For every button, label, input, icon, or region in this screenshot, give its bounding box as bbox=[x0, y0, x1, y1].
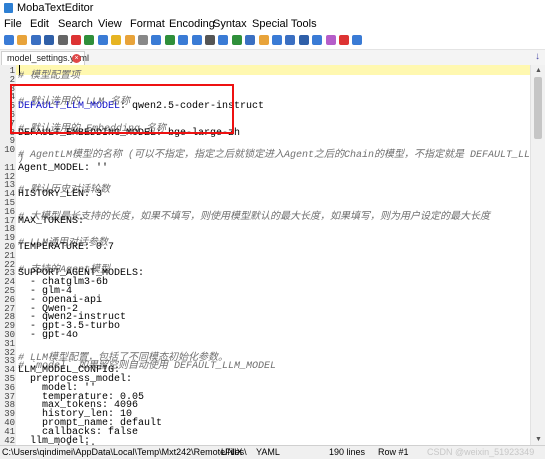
column-icon[interactable] bbox=[298, 35, 309, 45]
settings-icon[interactable] bbox=[339, 35, 349, 45]
save-all-icon[interactable] bbox=[44, 35, 55, 45]
search-icon[interactable] bbox=[178, 35, 189, 45]
menu-view[interactable]: View bbox=[98, 18, 122, 30]
code-line: - gpt-4o bbox=[18, 330, 78, 341]
scroll-down-icon[interactable]: ▼ bbox=[535, 436, 542, 443]
help-icon[interactable] bbox=[312, 35, 323, 45]
code-token: MAX_TOKENS: bbox=[18, 215, 85, 227]
open-folder-icon[interactable] bbox=[17, 35, 28, 45]
code-line: Agent_MODEL: '' bbox=[18, 163, 108, 174]
current-line-highlight bbox=[16, 65, 530, 75]
menu-file[interactable]: File bbox=[4, 18, 22, 30]
status-row: Row #1 bbox=[378, 447, 409, 457]
code-token: Agent_MODEL: '' bbox=[18, 162, 109, 174]
scroll-thumb[interactable] bbox=[534, 77, 542, 139]
apple-icon[interactable] bbox=[272, 35, 282, 45]
code-token: - gpt-4o bbox=[18, 330, 79, 341]
tree-icon[interactable] bbox=[231, 35, 242, 45]
toolbar bbox=[0, 33, 545, 50]
plugin-icon[interactable] bbox=[352, 35, 363, 45]
window-title: MobaTextEditor bbox=[17, 2, 94, 14]
replace-icon[interactable] bbox=[191, 35, 202, 45]
open-icon[interactable] bbox=[245, 35, 256, 45]
menu-syntax[interactable]: Syntax bbox=[213, 18, 247, 30]
status-eol: UNIX bbox=[221, 447, 243, 457]
code-token: # 大模型最长支持的长度，如果不填写，则使用模型默认的最大长度，如果填写，则为用… bbox=[18, 211, 491, 223]
menu-encoding[interactable]: Encoding bbox=[169, 18, 215, 30]
print-icon[interactable] bbox=[57, 35, 68, 45]
code-line: TEMPERATURE: 0.7 bbox=[18, 242, 114, 253]
duplicate-icon[interactable] bbox=[151, 35, 162, 45]
code-line: # AgentLM模型的名称 (可以不指定，指定之后就锁定进入Agent之后的C… bbox=[18, 145, 530, 161]
status-file-path: C:\Users\qindimei\AppData\Local\Temp\Mxt… bbox=[2, 447, 247, 457]
monitor-icon[interactable] bbox=[218, 35, 229, 45]
status-line-count: 190 lines bbox=[329, 447, 366, 457]
close-icon[interactable] bbox=[71, 35, 81, 45]
cut-icon[interactable] bbox=[138, 35, 148, 45]
undo-icon[interactable] bbox=[285, 35, 296, 45]
select-icon[interactable] bbox=[205, 35, 215, 45]
code-line: MAX_TOKENS: bbox=[18, 216, 84, 227]
save-icon[interactable] bbox=[30, 35, 41, 45]
menu-edit[interactable]: Edit bbox=[30, 18, 49, 30]
menu-search[interactable]: Search bbox=[58, 18, 93, 30]
code-token: # AgentLM模型的名称 (可以不指定，指定之后就锁定进入Agent之后的C… bbox=[18, 150, 530, 162]
vertical-scrollbar[interactable]: ▲ ▼ bbox=[530, 65, 545, 445]
tab-bar: model_settings.yaml × ↓ bbox=[0, 50, 545, 66]
status-syntax: YAML bbox=[256, 447, 280, 457]
paste-icon[interactable] bbox=[97, 35, 108, 45]
new-file-icon[interactable] bbox=[4, 35, 14, 45]
status-bar: C:\Users\qindimei\AppData\Local\Temp\Mxt… bbox=[0, 445, 545, 459]
annotation-red-box bbox=[10, 84, 234, 134]
menu-bar: File Edit Search View Format Encoding Sy… bbox=[0, 17, 545, 33]
close-tab-icon[interactable]: × bbox=[72, 54, 81, 63]
tab-list-arrow-icon[interactable]: ↓ bbox=[535, 51, 540, 62]
code-token: HISTORY_LEN: 3 bbox=[18, 189, 103, 201]
code-token: TEMPERATURE: 0.7 bbox=[18, 242, 115, 253]
app-icon bbox=[4, 3, 13, 13]
tab-model-settings[interactable]: model_settings.yaml × bbox=[1, 51, 89, 65]
code-token: # 模型配置项 bbox=[18, 71, 81, 82]
code-line: HISTORY_LEN: 3 bbox=[18, 189, 102, 200]
text-color-icon[interactable] bbox=[258, 35, 269, 45]
favorite-icon[interactable] bbox=[124, 35, 135, 45]
watermark-text: CSDN @weixin_51923349 bbox=[427, 447, 535, 457]
find-icon[interactable] bbox=[164, 35, 175, 45]
brush-icon[interactable] bbox=[325, 35, 336, 45]
code-line: # 大模型最长支持的长度，如果不填写，则使用模型默认的最大长度，如果填写，则为用… bbox=[18, 207, 490, 223]
code-line: # 模型配置项 bbox=[18, 66, 80, 82]
copy-icon[interactable] bbox=[84, 35, 95, 45]
bookmark-icon[interactable] bbox=[111, 35, 122, 45]
line-number: 10 bbox=[4, 145, 15, 156]
menu-special-tools[interactable]: Special Tools bbox=[252, 18, 317, 30]
menu-format[interactable]: Format bbox=[130, 18, 165, 30]
scroll-up-icon[interactable]: ▲ bbox=[535, 67, 542, 74]
title-bar: MobaTextEditor bbox=[0, 0, 545, 17]
